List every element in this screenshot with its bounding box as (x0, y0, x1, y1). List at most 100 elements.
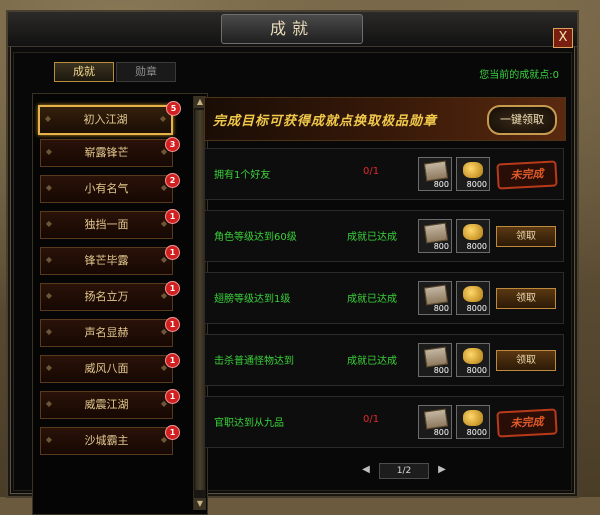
achievement-name: 官职达到从九品 (214, 418, 284, 429)
achievement-status: 成就已达成 (347, 294, 397, 305)
reward-slot[interactable]: 800 (418, 343, 452, 377)
claim-button[interactable]: 领取 (496, 226, 556, 247)
achievement-name: 拥有1个好友 (214, 170, 271, 181)
diamond-icon: ◆ (45, 435, 53, 444)
gold-coins-icon (463, 348, 483, 364)
achievement-item-2[interactable]: ◆ 小有名气 ◆ (40, 175, 173, 203)
prev-page-icon[interactable]: ◀ (359, 463, 373, 477)
diamond-icon: ◆ (45, 291, 53, 300)
claim-all-button[interactable]: 一键领取 (487, 105, 557, 135)
window-title: 成就 (221, 14, 363, 44)
diamond-icon: ◆ (45, 363, 53, 372)
page-indicator: 1/2 (379, 463, 429, 479)
scroll-icon (423, 222, 449, 244)
gold-coins-icon (463, 224, 483, 240)
achievement-row: 击杀普通怪物达到 成就已达成 800 8000 领取 (204, 334, 564, 386)
scroll-icon (423, 160, 449, 182)
achievement-points-label: 您当前的成就点:0 (479, 70, 559, 81)
scroll-icon (423, 346, 449, 368)
unfinished-stamp: 未完成 (496, 408, 558, 438)
achievement-item-label: 小有名气 (84, 182, 129, 195)
reward-quantity: 800 (433, 180, 449, 189)
scroll-down-icon[interactable]: ▼ (194, 498, 206, 510)
reward-quantity: 800 (433, 366, 449, 375)
achievement-item-8[interactable]: ◆ 威震江湖 ◆ (40, 391, 173, 419)
achievement-item-1[interactable]: ◆ 崭露锋芒 ◆ (40, 139, 173, 167)
achievement-row: 角色等级达到60级 成就已达成 800 8000 领取 (204, 210, 564, 262)
achievement-item-7[interactable]: ◆ 威风八面 ◆ (40, 355, 173, 383)
count-badge: 1 (165, 353, 180, 368)
tab-achievements[interactable]: 成就 (54, 62, 114, 82)
achievement-name: 击杀普通怪物达到 (214, 356, 294, 367)
claim-button[interactable]: 领取 (496, 288, 556, 309)
achievement-item-label: 扬名立万 (84, 290, 129, 303)
achievement-name: 角色等级达到60级 (214, 232, 297, 243)
reward-quantity: 8000 (466, 304, 487, 313)
content-area: 成就 勋章 您当前的成就点:0 ▲ ▼ ◆ 初入江湖 ◆ 5 ◆ 崭露锋芒 ◆ … (13, 52, 572, 515)
count-badge: 1 (165, 281, 180, 296)
achievement-item-label: 独挡一面 (84, 218, 129, 231)
reward-slot[interactable]: 8000 (456, 343, 490, 377)
banner-text: 完成目标可获得成就点换取极品勋章 (213, 114, 438, 129)
diamond-icon: ◆ (45, 219, 53, 228)
unfinished-stamp: 未完成 (496, 160, 558, 190)
reward-quantity: 8000 (466, 366, 487, 375)
count-badge: 1 (165, 389, 180, 404)
title-bar: 成就 X (8, 12, 577, 48)
reward-slot[interactable]: 800 (418, 157, 452, 191)
reward-slot[interactable]: 8000 (456, 157, 490, 191)
count-badge: 1 (165, 245, 180, 260)
achievement-name: 翅膀等级达到1级 (214, 294, 291, 305)
diamond-icon: ◆ (44, 114, 52, 123)
tab-medals[interactable]: 勋章 (116, 62, 176, 82)
reward-quantity: 8000 (466, 428, 487, 437)
achievement-item-6[interactable]: ◆ 声名显赫 ◆ (40, 319, 173, 347)
achievement-item-label: 威风八面 (84, 362, 129, 375)
achievement-status: 成就已达成 (347, 356, 397, 367)
achievement-progress: 0/1 (363, 166, 380, 177)
reward-slot[interactable]: 8000 (456, 281, 490, 315)
achievement-item-9[interactable]: ◆ 沙城霸主 ◆ (40, 427, 173, 455)
reward-slot[interactable]: 800 (418, 405, 452, 439)
diamond-icon: ◆ (45, 327, 53, 336)
reward-quantity: 800 (433, 428, 449, 437)
achievement-item-3[interactable]: ◆ 独挡一面 ◆ (40, 211, 173, 239)
reward-slot[interactable]: 8000 (456, 219, 490, 253)
achievement-item-label: 沙城霸主 (84, 434, 129, 447)
reward-slot[interactable]: 8000 (456, 405, 490, 439)
achievement-item-label: 初入江湖 (83, 113, 128, 126)
count-badge: 1 (165, 317, 180, 332)
reward-slot[interactable]: 800 (418, 281, 452, 315)
claim-button[interactable]: 领取 (496, 350, 556, 371)
achievement-row: 拥有1个好友 0/1 800 8000 未完成 (204, 148, 564, 200)
achievement-item-label: 锋芒毕露 (84, 254, 129, 267)
count-badge: 1 (165, 209, 180, 224)
reward-slot[interactable]: 800 (418, 219, 452, 253)
count-badge: 5 (166, 101, 181, 116)
count-badge: 2 (165, 173, 180, 188)
achievement-item-4[interactable]: ◆ 锋芒毕露 ◆ (40, 247, 173, 275)
gold-coins-icon (463, 410, 483, 426)
reward-banner: 完成目标可获得成就点换取极品勋章 一键领取 (204, 97, 566, 141)
next-page-icon[interactable]: ▶ (435, 463, 449, 477)
pagination: ◀ 1/2 ▶ (359, 463, 449, 479)
reward-quantity: 8000 (466, 242, 487, 251)
achievement-item-label: 崭露锋芒 (84, 146, 129, 159)
reward-quantity: 8000 (466, 180, 487, 189)
scroll-icon (423, 408, 449, 430)
achievement-item-5[interactable]: ◆ 扬名立万 ◆ (40, 283, 173, 311)
count-badge: 3 (165, 137, 180, 152)
achievement-progress: 0/1 (363, 414, 380, 425)
achievement-status: 成就已达成 (347, 232, 397, 243)
gold-coins-icon (463, 162, 483, 178)
count-badge: 1 (165, 425, 180, 440)
close-button[interactable]: X (553, 28, 573, 48)
diamond-icon: ◆ (45, 147, 53, 156)
reward-quantity: 800 (433, 304, 449, 313)
achievement-item-0[interactable]: ◆ 初入江湖 ◆ (38, 105, 173, 135)
achievement-item-label: 威震江湖 (84, 398, 129, 411)
achievement-item-label: 声名显赫 (84, 326, 129, 339)
diamond-icon: ◆ (45, 183, 53, 192)
scroll-icon (423, 284, 449, 306)
diamond-icon: ◆ (45, 399, 53, 408)
